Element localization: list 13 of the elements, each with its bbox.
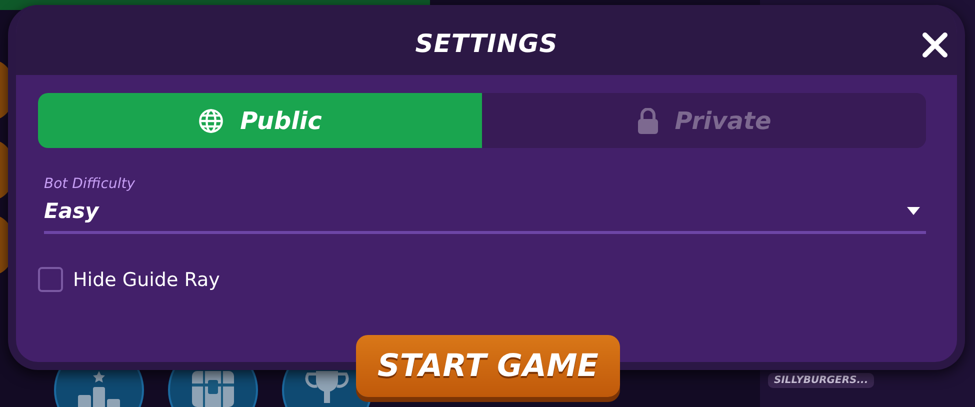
podium-icon [76, 369, 122, 407]
start-game-button[interactable]: START GAME [356, 335, 620, 397]
globe-icon [198, 108, 224, 134]
caret-icon [907, 206, 920, 214]
difficulty-dropdown[interactable]: Easy [44, 196, 926, 234]
lock-icon [636, 108, 659, 134]
chest-icon [190, 369, 236, 407]
hide-guide-ray-checkbox[interactable]: Hide Guide Ray [38, 267, 220, 292]
player-name-tag: SILLYBURGERS... [768, 373, 874, 388]
field-label: Bot Difficulty [44, 176, 136, 192]
close-icon [922, 32, 948, 58]
mode-tab[interactable]: Public [38, 93, 482, 148]
dialog-title: SETTINGS [415, 28, 558, 58]
